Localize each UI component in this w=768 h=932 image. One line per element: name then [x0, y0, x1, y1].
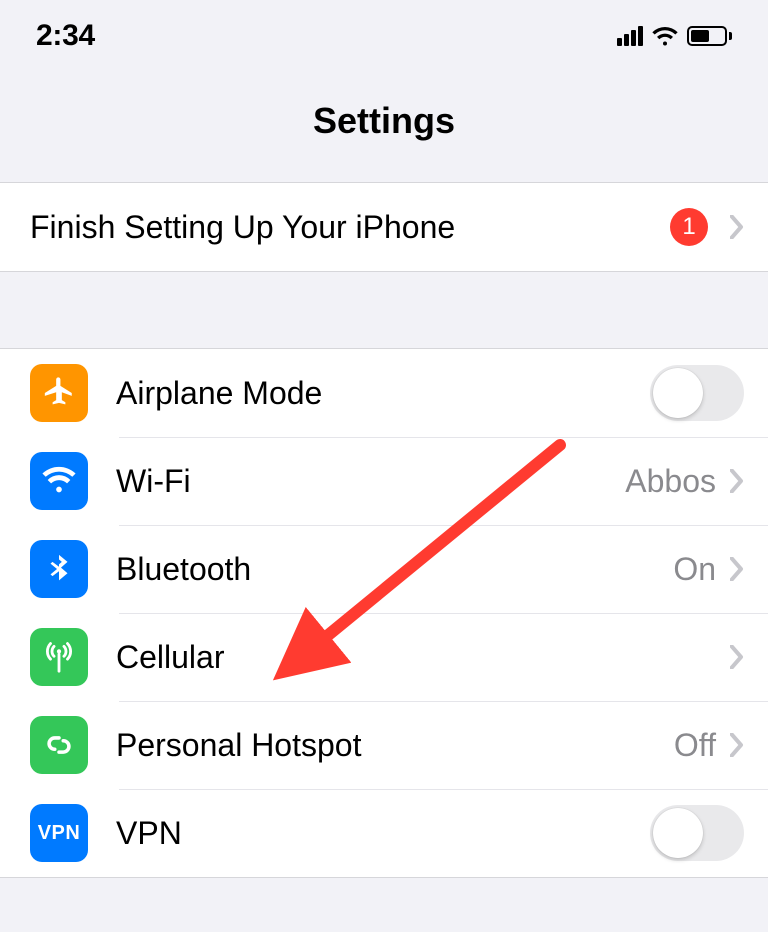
row-label: Bluetooth [116, 551, 673, 588]
row-value: Off [674, 727, 716, 764]
vpn-icon: VPN [30, 804, 88, 862]
row-label: Personal Hotspot [116, 727, 674, 764]
hotspot-icon [30, 716, 88, 774]
wifi-icon [30, 452, 88, 510]
airplane-icon [30, 364, 88, 422]
status-indicators [617, 26, 732, 46]
status-time: 2:34 [36, 19, 95, 53]
group-network: Airplane Mode Wi-Fi Abbos Bluetooth On [0, 348, 768, 878]
row-airplane-mode[interactable]: Airplane Mode [0, 349, 768, 437]
chevron-right-icon [730, 215, 744, 239]
chevron-right-icon [730, 733, 744, 757]
chevron-right-icon [730, 557, 744, 581]
cellular-icon [30, 628, 88, 686]
row-bluetooth[interactable]: Bluetooth On [0, 525, 768, 613]
status-bar: 2:34 [0, 0, 768, 70]
row-personal-hotspot[interactable]: Personal Hotspot Off [0, 701, 768, 789]
bluetooth-icon [30, 540, 88, 598]
row-wifi[interactable]: Wi-Fi Abbos [0, 437, 768, 525]
group-setup: Finish Setting Up Your iPhone 1 [0, 182, 768, 272]
vpn-toggle[interactable] [650, 805, 744, 861]
wifi-status-icon [651, 26, 679, 46]
row-label: Cellular [116, 639, 724, 676]
row-label: VPN [116, 815, 650, 852]
page-title: Settings [0, 100, 768, 142]
battery-icon [687, 26, 732, 46]
page-header: Settings [0, 70, 768, 182]
cellular-signal-icon [617, 26, 643, 46]
row-label: Wi-Fi [116, 463, 625, 500]
row-vpn[interactable]: VPN VPN [0, 789, 768, 877]
row-label: Airplane Mode [116, 375, 650, 412]
row-cellular[interactable]: Cellular [0, 613, 768, 701]
row-value: Abbos [625, 463, 716, 500]
notification-badge: 1 [670, 208, 708, 246]
chevron-right-icon [730, 645, 744, 669]
airplane-toggle[interactable] [650, 365, 744, 421]
row-value: On [673, 551, 716, 588]
chevron-right-icon [730, 469, 744, 493]
vpn-icon-text: VPN [38, 822, 81, 845]
row-label: Finish Setting Up Your iPhone [30, 209, 670, 246]
row-finish-setup[interactable]: Finish Setting Up Your iPhone 1 [0, 183, 768, 271]
